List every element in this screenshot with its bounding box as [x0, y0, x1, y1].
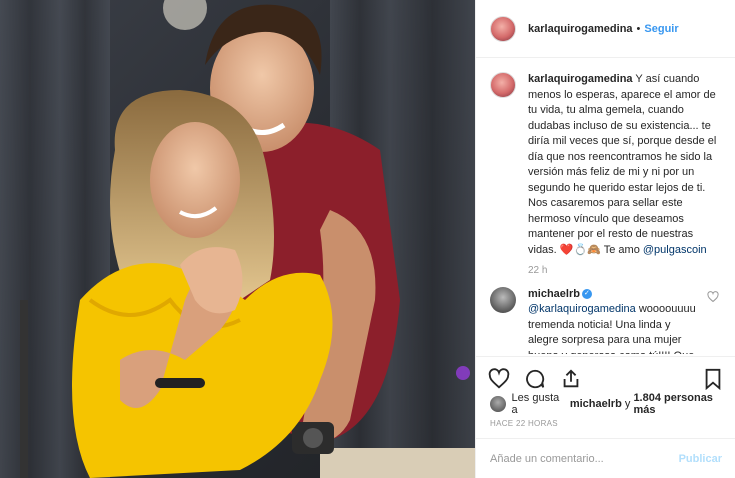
likes-count[interactable]: 1.804 personas más — [633, 392, 735, 416]
comments-section[interactable]: karlaquirogamedina Y así cuando menos lo… — [476, 58, 735, 354]
post-sidebar: karlaquirogamedina • Seguir karlaquiroga… — [475, 0, 735, 478]
share-icon[interactable] — [560, 368, 582, 390]
comment-icon[interactable] — [524, 368, 546, 390]
comment-item: michaelrb ✓ @karlaquirogamedina woooouuuu… — [490, 286, 721, 355]
caption-text: Y así cuando menos lo esperas, aparece e… — [528, 73, 717, 256]
caption-time[interactable]: 22 h — [528, 263, 721, 279]
likes-prefix: Les gusta a — [511, 392, 560, 416]
action-bar — [476, 356, 735, 392]
post-photo[interactable] — [0, 0, 475, 478]
add-comment-bar: Publicar — [476, 438, 735, 478]
header-separator: • — [636, 22, 641, 35]
likes-middle: y — [624, 398, 631, 410]
caption-mention[interactable]: @pulgascoin — [643, 244, 707, 256]
comment-username[interactable]: michaelrb — [528, 288, 580, 300]
author-avatar[interactable] — [490, 15, 516, 42]
comment-mention[interactable]: @karlaquirogamedina — [528, 303, 636, 315]
liker-avatar[interactable] — [490, 396, 506, 412]
post-photo-image — [0, 0, 475, 478]
heart-small-icon[interactable] — [707, 290, 719, 303]
heart-icon[interactable] — [488, 367, 510, 390]
post-header: karlaquirogamedina • Seguir — [476, 0, 735, 58]
caption-avatar[interactable] — [490, 72, 516, 98]
caption-username[interactable]: karlaquirogamedina — [528, 73, 633, 85]
comment-input[interactable] — [490, 452, 679, 465]
liker-username[interactable]: michaelrb — [570, 398, 622, 410]
caption-body: karlaquirogamedina Y así cuando menos lo… — [528, 72, 721, 279]
caption: karlaquirogamedina Y así cuando menos lo… — [490, 72, 721, 279]
verified-icon: ✓ — [581, 288, 592, 299]
publish-button[interactable]: Publicar — [679, 453, 722, 465]
bookmark-icon[interactable] — [702, 368, 724, 390]
comment-body: michaelrb ✓ @karlaquirogamedina woooouuuu… — [528, 287, 704, 355]
post-time-ago[interactable]: HACE 22 HORAS — [490, 419, 558, 428]
likes-summary: Les gusta a michaelrb y 1.804 personas m… — [490, 392, 735, 416]
commenter-avatar[interactable] — [490, 286, 516, 313]
follow-button[interactable]: Seguir — [644, 23, 678, 35]
author-username[interactable]: karlaquirogamedina — [528, 23, 633, 35]
